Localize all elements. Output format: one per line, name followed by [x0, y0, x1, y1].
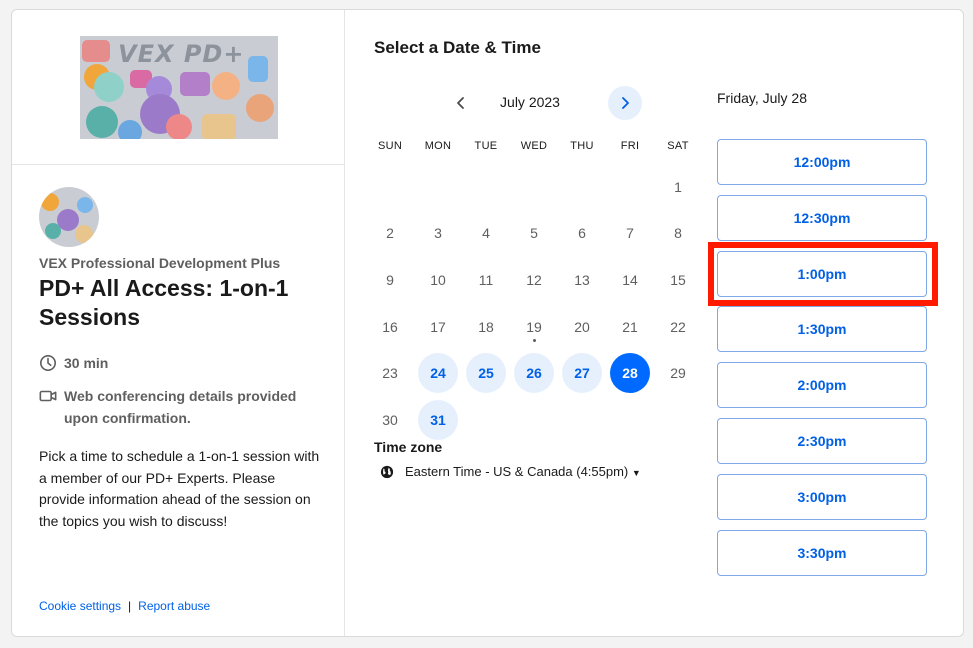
calendar-day-6: 6 — [578, 225, 586, 241]
booking-card: VEX PD+ VEX Professional Development Plu… — [11, 9, 964, 637]
calendar-day-29: 29 — [670, 365, 686, 381]
weekday-thu: THU — [570, 140, 594, 152]
calendar-day-8: 8 — [674, 225, 682, 241]
caret-down-icon: ▼ — [631, 468, 641, 478]
event-title: PD+ All Access: 1-on-1 Sessions — [39, 275, 289, 330]
time-slot-button[interactable]: 12:30pm — [717, 194, 927, 241]
calendar-day-2: 2 — [386, 225, 394, 241]
calendar-day-22: 22 — [670, 319, 686, 335]
calendar-day-4: 4 — [482, 225, 490, 241]
calendar-day-26[interactable]: 26 — [514, 353, 554, 393]
calendar-day-21: 21 — [622, 319, 638, 335]
calendar-day-15: 15 — [670, 272, 686, 288]
time-slot-button[interactable]: 2:00pm — [717, 362, 927, 409]
chevron-right-icon — [622, 97, 629, 109]
calendar-day-10: 10 — [430, 272, 446, 288]
footer-links: Cookie settings | Report abuse — [39, 599, 210, 613]
timezone-value: Eastern Time - US & Canada (4:55pm) — [405, 464, 629, 479]
video-camera-icon — [39, 390, 57, 402]
time-slot-button[interactable]: 2:30pm — [717, 418, 927, 464]
event-banner-image: VEX PD+ — [80, 36, 278, 139]
cookie-settings-link[interactable]: Cookie settings — [39, 599, 121, 613]
time-slot-button[interactable]: 3:00pm — [717, 473, 927, 520]
calendar-day-30: 30 — [382, 412, 398, 428]
today-marker-dot — [533, 339, 536, 342]
weekday-sat: SAT — [667, 140, 689, 152]
calendar-day-1: 1 — [674, 179, 682, 195]
calendar-day-11: 11 — [478, 272, 494, 288]
weekday-sun: SUN — [377, 140, 403, 152]
weekday-tue: TUE — [474, 140, 498, 152]
month-navigation: July 2023 — [374, 86, 686, 120]
calendar-day-3: 3 — [434, 225, 442, 241]
organization-name: VEX Professional Development Plus — [39, 255, 281, 271]
calendar-day-28[interactable]: 28 — [610, 353, 650, 393]
calendar-day-7: 7 — [626, 225, 634, 241]
calendar-day-12: 12 — [526, 272, 542, 288]
calendar-day-9: 9 — [386, 272, 394, 288]
calendar-heading: Select a Date & Time — [374, 38, 541, 57]
event-details-panel: VEX PD+ VEX Professional Development Plu… — [12, 10, 345, 636]
calendar-day-24[interactable]: 24 — [418, 353, 458, 393]
timezone-label: Time zone — [374, 439, 443, 455]
footer-separator: | — [128, 599, 132, 613]
next-month-button[interactable] — [608, 86, 642, 120]
calendar-day-31[interactable]: 31 — [418, 400, 458, 440]
calendar-day-13: 13 — [574, 272, 590, 288]
weekday-fri: FRI — [620, 140, 640, 152]
calendar-day-27[interactable]: 27 — [562, 353, 602, 393]
banner-area: VEX PD+ — [12, 10, 344, 165]
time-slot-button[interactable]: 1:30pm — [717, 306, 927, 353]
clock-icon — [39, 354, 57, 372]
event-description: Pick a time to schedule a 1-on-1 session… — [39, 448, 320, 529]
banner-logo: VEX PD+ — [118, 40, 245, 68]
calendar-day-25[interactable]: 25 — [466, 353, 506, 393]
calendar-day-23: 23 — [382, 365, 398, 381]
globe-icon — [380, 465, 394, 479]
highlight-box — [708, 242, 938, 306]
calendar-day-14: 14 — [622, 272, 638, 288]
duration-text: 30 min — [64, 355, 109, 371]
report-abuse-link[interactable]: Report abuse — [138, 599, 210, 613]
weekday-mon: MON — [424, 140, 452, 152]
calendar-day-18: 18 — [478, 319, 494, 335]
calendar-day-20: 20 — [574, 319, 590, 335]
calendar-day-16: 16 — [382, 319, 398, 335]
weekday-wed: WED — [520, 140, 548, 152]
calendar-day-17: 17 — [430, 319, 446, 335]
location-text: Web conferencing details provided upon c… — [64, 388, 297, 426]
selected-date-label: Friday, July 28 — [717, 90, 807, 106]
time-slot-button[interactable]: 3:30pm — [717, 529, 927, 576]
calendar-day-5: 5 — [530, 225, 538, 241]
time-slot-button[interactable]: 12:00pm — [717, 139, 927, 185]
organizer-avatar — [39, 187, 99, 247]
